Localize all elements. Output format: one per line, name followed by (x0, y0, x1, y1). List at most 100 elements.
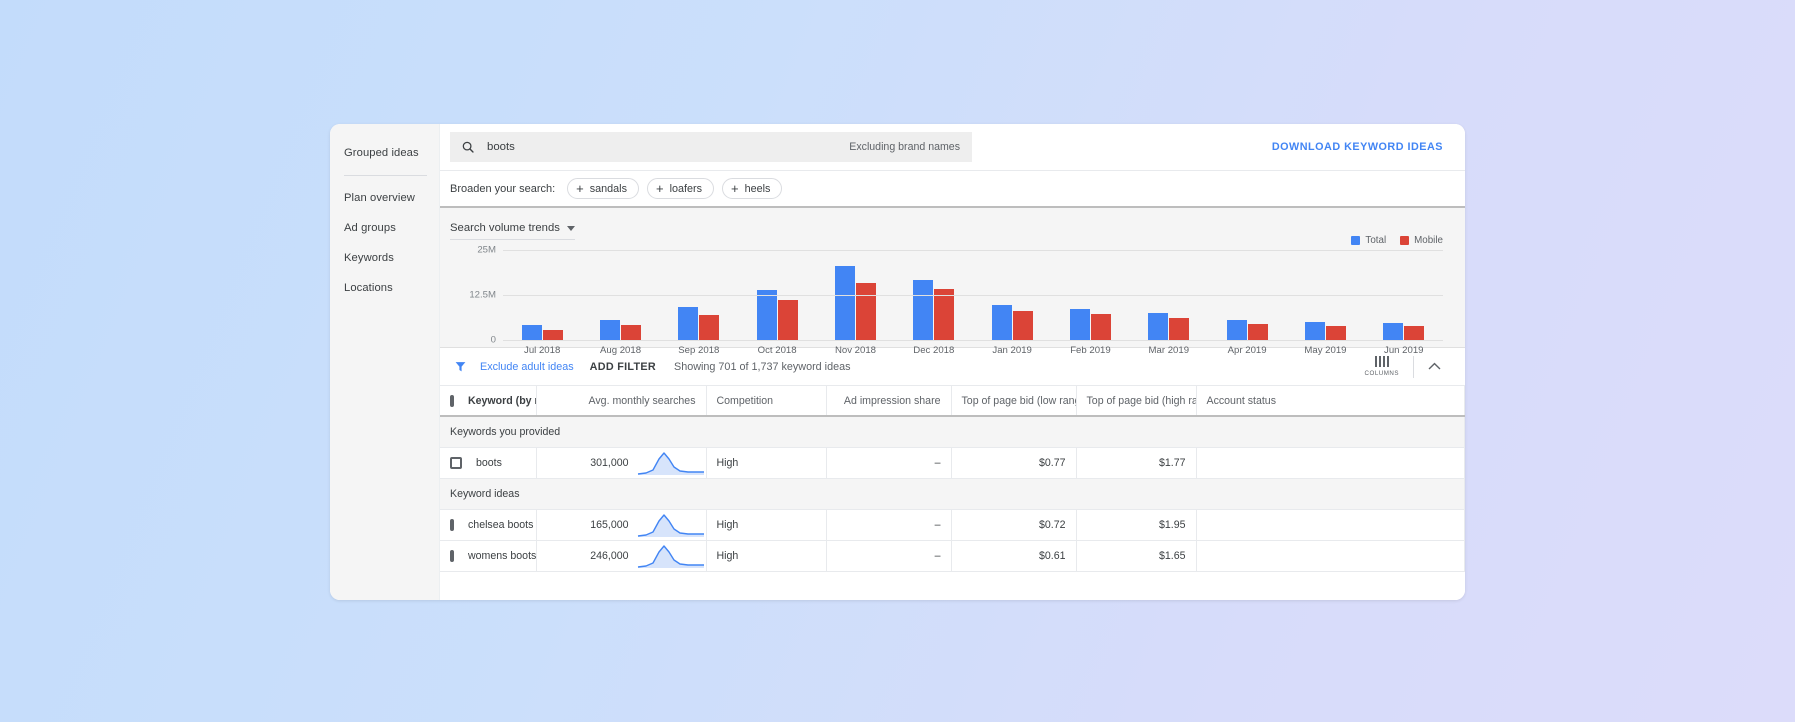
cell-ad-impression-share: – (826, 509, 952, 541)
columns-icon (1374, 356, 1390, 367)
chart-plot-area: Jul 2018 Aug 2018 Sep 2018 Oct 2018 Nov 2018… (469, 245, 1443, 356)
chart-gridline: 12.5M (469, 290, 1443, 301)
y-axis-tick-label: 25M (477, 244, 496, 256)
chart-bar-mobile (777, 300, 798, 340)
search-input[interactable]: boots Excluding brand names (450, 132, 972, 162)
chart-bar-total (1226, 320, 1247, 340)
header-competition[interactable]: Competition (706, 386, 827, 417)
columns-label: COLUMNS (1364, 370, 1399, 377)
sidebar-item-locations[interactable]: Locations (330, 273, 439, 303)
sidebar-item-label: Plan overview (344, 192, 415, 204)
legend-item-total[interactable]: Total (1351, 235, 1386, 246)
table-row[interactable]: chelsea boots 165,000 High – $0.72 $1.95 (440, 509, 1465, 541)
row-checkbox[interactable] (450, 518, 454, 531)
cell-top-of-page-bid-low: $0.61 (951, 540, 1077, 572)
chart-bar-total (913, 280, 934, 340)
legend-item-mobile[interactable]: Mobile (1400, 235, 1443, 246)
cell-keyword[interactable]: boots (440, 447, 537, 479)
sidebar-item-label: Keywords (344, 252, 394, 264)
download-keyword-ideas-button[interactable]: DOWNLOAD KEYWORD IDEAS (1272, 141, 1453, 153)
avg-monthly-searches-value: 246,000 (590, 549, 629, 562)
x-axis-tick-label: Nov 2018 (834, 345, 877, 356)
cell-top-of-page-bid-high: $1.77 (1076, 447, 1197, 479)
header-top-of-page-bid-low[interactable]: Top of page bid (low range) (951, 386, 1077, 417)
chart-bar-total (521, 325, 542, 340)
legend-swatch (1400, 236, 1410, 245)
x-axis-tick-label: Oct 2018 (757, 345, 797, 356)
x-axis-tick-label: Aug 2018 (599, 345, 642, 356)
broaden-chip-heels[interactable]: + heels (722, 178, 783, 199)
sidebar-item-grouped-ideas[interactable]: Grouped ideas (330, 138, 439, 168)
chart-bar-mobile (855, 283, 876, 340)
avg-monthly-searches-value: 165,000 (590, 518, 629, 531)
table-group-header-row: Keywords you provided (440, 416, 1465, 448)
chart-bar-total (1148, 313, 1169, 340)
y-axis-tick-label: 0 (490, 334, 496, 346)
results-count-text: Showing 701 of 1,737 keyword ideas (674, 360, 851, 373)
legend-label: Total (1365, 235, 1387, 246)
chart-bar-mobile (1325, 325, 1346, 340)
sidebar-divider (344, 175, 427, 176)
legend-swatch (1351, 236, 1361, 245)
keyword-table-container[interactable]: Keyword (by relevance)↓Avg. monthly sear… (440, 386, 1465, 600)
plus-icon: + (731, 181, 739, 196)
cell-account-status (1196, 540, 1465, 572)
header-ad-impression-share[interactable]: Ad impression share (826, 386, 952, 417)
exclude-adult-ideas-filter[interactable]: Exclude adult ideas (480, 361, 574, 373)
columns-button[interactable]: COLUMNS (1351, 356, 1413, 377)
keyword-text: chelsea boots (468, 518, 534, 531)
keyword-table-body: Keywords you provided boots 301,000 High – $0… (440, 416, 1465, 572)
sidebar-item-plan-overview[interactable]: Plan overview (330, 183, 439, 213)
keyword-table-head: Keyword (by relevance)↓Avg. monthly sear… (440, 386, 1465, 417)
chart-bar-total (991, 305, 1012, 340)
search-input-value: boots (487, 141, 515, 153)
header-top-of-page-bid-high[interactable]: Top of page bid (high range) (1076, 386, 1197, 417)
brand-exclusion-note: Excluding brand names (849, 141, 960, 153)
x-axis-tick-label: May 2019 (1304, 345, 1347, 356)
chevron-up-icon (1428, 362, 1441, 369)
search-volume-sparkline (637, 513, 704, 537)
cell-competition: High (706, 509, 827, 541)
sidebar-item-label: Grouped ideas (344, 147, 419, 159)
keyword-text: boots (476, 456, 502, 469)
search-volume-chart-panel: Search volume trends Total Mobile Jul 201… (440, 208, 1465, 356)
main-content: boots Excluding brand names DOWNLOAD KEY… (440, 124, 1465, 600)
chart-title: Search volume trends (450, 222, 560, 234)
chart-gridline: 25M (477, 245, 1443, 256)
x-axis-tick-label: Jan 2019 (992, 345, 1032, 356)
chart-bar-mobile (934, 288, 955, 340)
add-filter-button[interactable]: ADD FILTER (590, 361, 656, 373)
row-checkbox[interactable] (450, 549, 454, 562)
cell-avg-monthly-searches: 165,000 (536, 509, 707, 541)
avg-monthly-searches-value: 301,000 (590, 456, 629, 469)
chart-bar-mobile (1012, 310, 1033, 340)
x-axis-tick-label: Jun 2019 (1384, 345, 1424, 356)
chart-bar-total (1383, 323, 1404, 340)
cell-keyword[interactable]: womens boots (440, 540, 537, 572)
header-account-status[interactable]: Account status (1196, 386, 1465, 417)
cell-competition: High (706, 540, 827, 572)
filter-icon[interactable] (454, 360, 467, 373)
chart-bar-total (599, 320, 620, 340)
x-axis-tick-label: Mar 2019 (1148, 345, 1190, 356)
header-avg-monthly-searches[interactable]: Avg. monthly searches (536, 386, 707, 417)
keyword-text: womens boots (468, 549, 536, 562)
chart-bar-mobile (1247, 323, 1268, 340)
header-keyword[interactable]: Keyword (by relevance)↓ (440, 386, 537, 417)
cell-keyword[interactable]: chelsea boots (440, 509, 537, 541)
broaden-chip-loafers[interactable]: + loafers (646, 178, 714, 199)
chevron-down-icon (566, 225, 575, 231)
chip-label: heels (744, 182, 771, 195)
sidebar-item-keywords[interactable]: Keywords (330, 243, 439, 273)
chart-bar-mobile (1404, 326, 1425, 340)
row-checkbox[interactable] (450, 456, 462, 469)
table-row[interactable]: boots 301,000 High – $0.77 $1.77 (440, 447, 1465, 479)
select-all-checkbox[interactable] (450, 394, 454, 407)
cell-top-of-page-bid-low: $0.77 (951, 447, 1077, 479)
broaden-chip-sandals[interactable]: + sandals (567, 178, 639, 199)
chart-title-dropdown[interactable]: Search volume trends (450, 222, 575, 240)
sidebar-item-ad-groups[interactable]: Ad groups (330, 213, 439, 243)
table-row[interactable]: womens boots 246,000 High – $0.61 $1.65 (440, 540, 1465, 572)
collapse-chart-button[interactable] (1414, 358, 1453, 376)
broaden-search-label: Broaden your search: (450, 182, 556, 195)
